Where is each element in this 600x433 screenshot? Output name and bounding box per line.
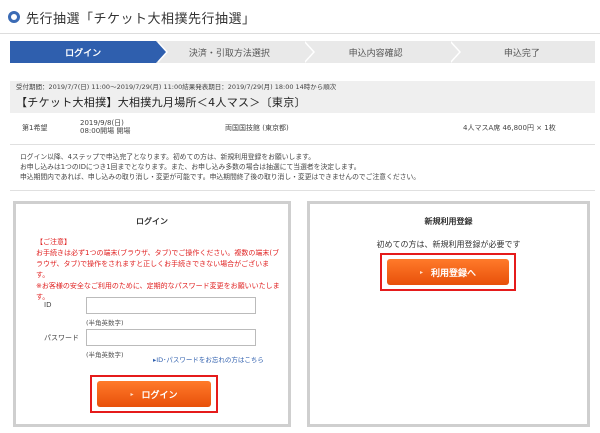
caution-line: お手続きは必ず1つの端末(ブラウザ、タブ)でご操作ください。複数の端末(ブ: [36, 249, 280, 257]
signup-button-label: 利用登録へ: [431, 268, 477, 279]
detail-divider: [10, 144, 595, 145]
password-hint: (半角英数字): [86, 351, 124, 359]
caution-line: ラウザ、タブ)で操作をされますと正しくお手続きできない場合がございます。: [36, 260, 270, 279]
password-input[interactable]: [86, 329, 256, 346]
id-input[interactable]: [86, 297, 256, 314]
login-button-label: ログイン: [141, 390, 178, 401]
seat-price-text: 4人マスA席 46,800円 × 1枚: [463, 124, 556, 132]
step-complete: 申込完了: [448, 41, 595, 63]
notice-text: ログイン以降、4ステップで申込完了となります。初めての方は、新規利用登録をお願い…: [20, 152, 590, 182]
caution-line: 【ご注意】: [36, 238, 71, 246]
play-arrow-icon: ▸: [130, 390, 134, 398]
play-arrow-icon: ▸: [419, 268, 423, 276]
event-period: 受付期間：2019/7/7(日) 11:00〜2019/7/29(月) 11:0…: [16, 83, 337, 91]
circle-bullet-icon: [8, 11, 20, 23]
password-label: パスワード: [44, 334, 79, 342]
caution-line: ※お客様の安全なご利用のために、定期的なパスワード変更をお願いいたしま: [36, 282, 280, 290]
step-arrow-icon: [448, 41, 459, 63]
open-time-text: 08:00開場 開場: [80, 127, 131, 135]
id-hint: (半角英数字): [86, 319, 124, 327]
step-label: 申込完了: [503, 48, 540, 59]
step-arrow-icon: [302, 41, 313, 63]
header-divider: [0, 33, 600, 34]
page-header: 先行抽選「チケット大相撲先行抽選」: [0, 0, 600, 34]
signup-panel: 新規利用登録 初めての方は、新規利用登録が必要です ▸ 利用登録へ: [307, 201, 590, 427]
step-label: 申込内容確認: [348, 48, 403, 59]
step-confirm: 申込内容確認: [302, 41, 461, 63]
notice-line: お申し込みは1つのIDにつき1回までとなります。また、お申し込み多数の場合は抽選…: [20, 163, 361, 171]
login-panel: ログイン 【ご注意】 お手続きは必ず1つの端末(ブラウザ、タブ)でご操作ください…: [13, 201, 291, 427]
date-text: 2019/9/8(日): [80, 119, 124, 127]
step-payment: 決済・引取方法選択: [156, 41, 315, 63]
venue-text: 両国国技館 (東京都): [225, 124, 289, 132]
caution-text: 【ご注意】 お手続きは必ず1つの端末(ブラウザ、タブ)でご操作ください。複数の端…: [36, 237, 281, 303]
signup-title: 新規利用登録: [424, 217, 473, 226]
step-label: ログイン: [65, 48, 102, 59]
performance-row: 第1希望 2019/9/8(日) 08:00開場 開場 両国国技館 (東京都) …: [10, 118, 595, 140]
performance-date: 2019/9/8(日) 08:00開場 開場: [80, 119, 130, 135]
notice-divider: [10, 190, 595, 191]
forgot-password-link[interactable]: ▸ID･パスワードをお忘れの方はこちら: [153, 354, 264, 364]
id-label: ID: [44, 301, 52, 309]
page-title: 先行抽選「チケット大相撲先行抽選」: [26, 11, 256, 27]
notice-line: ログイン以降、4ステップで申込完了となります。初めての方は、新規利用登録をお願い…: [20, 153, 316, 161]
login-button[interactable]: ▸ ログイン: [97, 381, 211, 407]
login-title: ログイン: [136, 217, 168, 226]
choice-label: 第1希望: [22, 124, 48, 132]
signup-description: 初めての方は、新規利用登録が必要です: [376, 240, 521, 249]
step-login: ログイン: [10, 41, 169, 63]
signup-button[interactable]: ▸ 利用登録へ: [387, 259, 509, 285]
event-title: 【チケット大相撲】大相撲九月場所＜4人マス＞〔東京〕: [16, 96, 306, 109]
event-info: 受付期間：2019/7/7(日) 11:00〜2019/7/29(月) 11:0…: [10, 81, 595, 113]
step-arrow-icon: [156, 41, 167, 63]
progress-steps: ログイン 決済・引取方法選択 申込内容確認 申込完了: [10, 41, 595, 63]
notice-line: 申込期間内であれば、申し込みの取り消し・変更が可能です。申込期間終了後の取り消し…: [20, 173, 421, 181]
step-label: 決済・引取方法選択: [188, 48, 270, 59]
